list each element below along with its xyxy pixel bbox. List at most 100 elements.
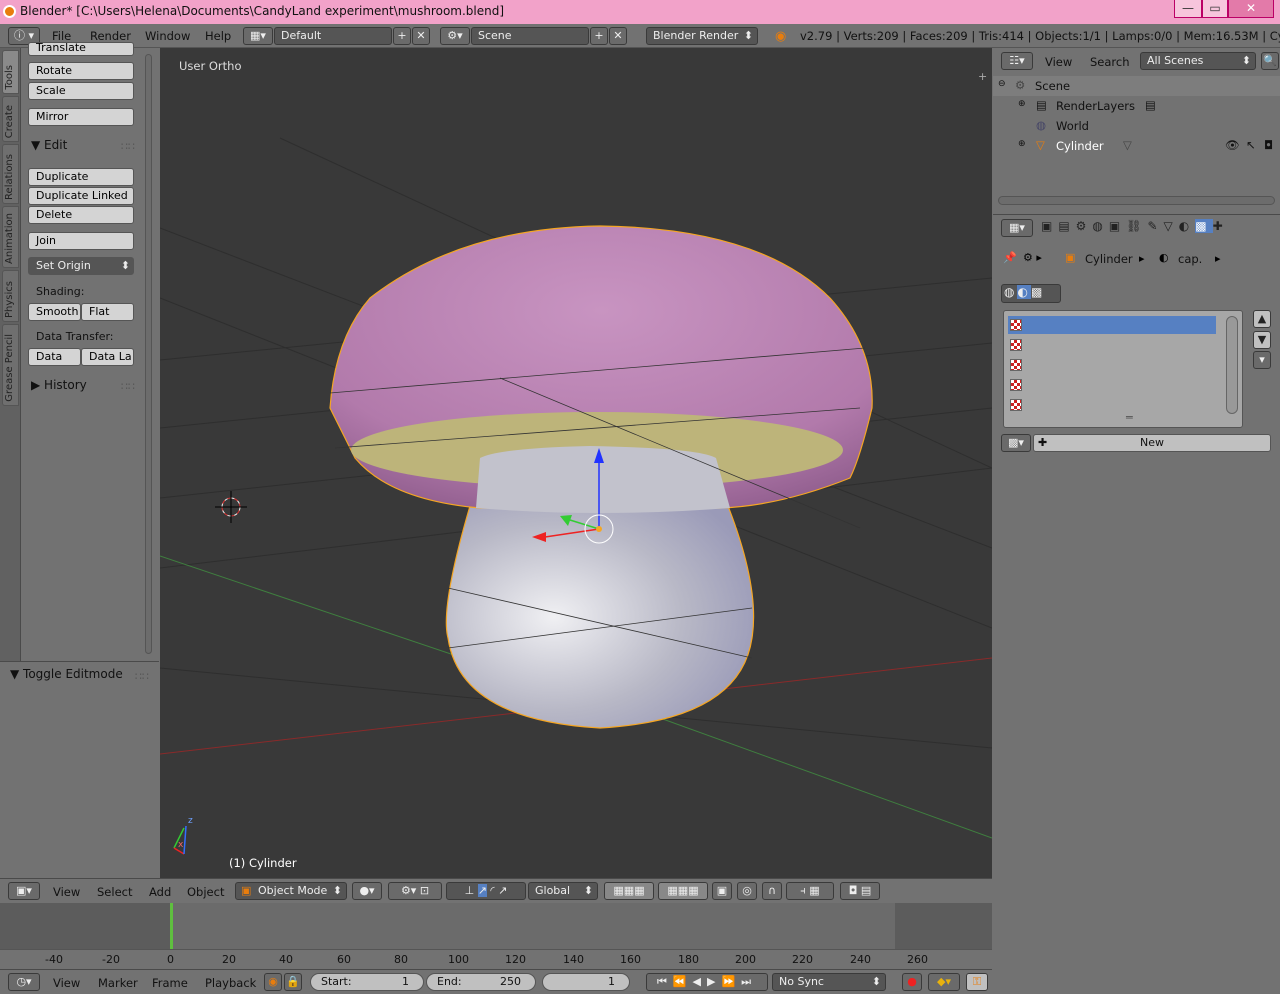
remove-scene-icon[interactable]: ✕: [609, 27, 627, 45]
add-layout-icon[interactable]: +: [393, 27, 411, 45]
snap-magnet-icon[interactable]: ∩: [762, 882, 782, 900]
insert-keyframe-icon[interactable]: ⚿: [966, 973, 988, 991]
visibility-eye-icon[interactable]: 👁: [1225, 138, 1240, 152]
snap-element-icon[interactable]: ⫞ ▦: [786, 882, 834, 900]
operator-panel-header[interactable]: ▼ Toggle Editmode: [10, 667, 123, 681]
flat-shading-button[interactable]: Flat: [81, 303, 134, 321]
tab-grease-pencil[interactable]: Grease Pencil: [2, 324, 19, 406]
scene-icon[interactable]: ⚙▾: [440, 27, 470, 45]
viewport-shading-icon[interactable]: ●▾: [352, 882, 382, 900]
tab-tools[interactable]: Tools: [2, 50, 19, 94]
menu-add[interactable]: Add: [149, 885, 171, 899]
rotate-button[interactable]: Rotate: [28, 62, 134, 80]
delete-button[interactable]: Delete: [28, 206, 134, 224]
scene-layers-grid-b[interactable]: ▦▦▦: [658, 882, 708, 900]
tab-relations[interactable]: Relations: [2, 144, 19, 204]
menu-playback[interactable]: Playback: [205, 976, 256, 990]
edit-panel-header[interactable]: ▼ Edit: [31, 138, 67, 152]
remove-layout-icon[interactable]: ✕: [412, 27, 430, 45]
timeline[interactable]: -40 -20 0 20 40 60 80 100 120 140 160 18…: [0, 903, 992, 969]
screen-layout-field[interactable]: Default: [274, 27, 392, 45]
preview-range-lock-icon[interactable]: 🔒: [284, 973, 302, 991]
menu-render[interactable]: Render: [90, 29, 131, 43]
mirror-button[interactable]: Mirror: [28, 108, 134, 126]
playback-controls[interactable]: ⏮⏪◀▶⏩⏭: [646, 973, 768, 991]
tool-shelf-scrollbar[interactable]: [145, 54, 152, 654]
keyframe-type-icon[interactable]: ◆▾: [928, 973, 960, 991]
render-engine-select[interactable]: Blender Render ⬍: [646, 27, 758, 45]
menu-view[interactable]: View: [53, 885, 80, 899]
menu-object[interactable]: Object: [187, 885, 224, 899]
slot-specials-icon[interactable]: ▾: [1253, 351, 1271, 369]
pivot-point-icon[interactable]: ⚙▾ ⊡: [388, 882, 442, 900]
interaction-mode-select[interactable]: ▣ Object Mode ⬍: [235, 882, 347, 900]
join-button[interactable]: Join: [28, 232, 134, 250]
screen-layout-icon[interactable]: ▦▾: [243, 27, 273, 45]
close-button[interactable]: ✕: [1228, 0, 1274, 18]
grip-icon[interactable]: ∷∷: [121, 380, 135, 393]
minimize-button[interactable]: —: [1174, 0, 1202, 18]
menu-marker[interactable]: Marker: [98, 976, 138, 990]
tab-physics[interactable]: Physics: [2, 270, 19, 322]
end-frame-field[interactable]: End: 250: [426, 973, 536, 991]
material-slot[interactable]: [1008, 396, 1216, 414]
menu-help[interactable]: Help: [205, 29, 231, 43]
material-tab-icon[interactable]: ▩: [1195, 219, 1213, 233]
outliner-menu-search[interactable]: Search: [1090, 55, 1130, 69]
duplicate-linked-button[interactable]: Duplicate Linked: [28, 187, 134, 205]
smooth-shading-button[interactable]: Smooth: [28, 303, 81, 321]
expand-icon[interactable]: ⊕: [1018, 139, 1026, 149]
data-layouts-button[interactable]: Data La: [81, 348, 134, 366]
pin-icon[interactable]: 📌: [1003, 251, 1017, 264]
outliner-scrollbar[interactable]: [998, 196, 1275, 205]
material-slot-list[interactable]: ═: [1003, 310, 1243, 428]
viewport-scene[interactable]: [160, 48, 992, 878]
menu-view[interactable]: View: [53, 976, 80, 990]
material-slot[interactable]: [1008, 316, 1216, 334]
3d-view-editor-type-icon[interactable]: ▣▾: [8, 882, 40, 900]
maximize-button[interactable]: ▭: [1202, 0, 1228, 18]
search-icon[interactable]: 🔍: [1261, 52, 1279, 70]
outliner-item-renderlayers[interactable]: ⊕ ▤ RenderLayers ▤: [993, 96, 1280, 116]
start-frame-field[interactable]: Start: 1: [310, 973, 424, 991]
toolshelf-expand-icon[interactable]: +: [978, 70, 987, 83]
renderable-camera-icon[interactable]: ◘: [1264, 138, 1273, 152]
layers-lock-icon[interactable]: ▣: [712, 882, 732, 900]
data-transfer-button[interactable]: Data: [28, 348, 81, 366]
grip-icon[interactable]: ∷∷: [121, 140, 135, 153]
properties-context-tabs[interactable]: ▣▤⚙◍▣⛓✎▽◐▩✚: [1041, 219, 1277, 237]
menu-file[interactable]: File: [52, 29, 71, 43]
new-material-button[interactable]: ✚ New: [1033, 434, 1271, 452]
tab-animation[interactable]: Animation: [2, 206, 19, 268]
expand-icon[interactable]: ⊕: [1018, 99, 1026, 109]
tab-create[interactable]: Create: [2, 96, 19, 142]
set-origin-dropdown[interactable]: Set Origin ⬍: [28, 257, 134, 275]
outliner-display-mode-select[interactable]: All Scenes ⬍: [1140, 52, 1256, 70]
duplicate-button[interactable]: Duplicate: [28, 168, 134, 186]
menu-select[interactable]: Select: [97, 885, 132, 899]
material-slot[interactable]: [1008, 356, 1216, 374]
properties-editor-type-icon[interactable]: ▦▾: [1001, 219, 1033, 237]
3d-viewport[interactable]: User Ortho (1) Cylinder z x +: [160, 48, 992, 878]
current-frame-field[interactable]: 1: [542, 973, 630, 991]
outliner-menu-view[interactable]: View: [1045, 55, 1072, 69]
transform-orientation-select[interactable]: Global ⬍: [528, 882, 598, 900]
scale-button[interactable]: Scale: [28, 82, 134, 100]
mushroom-stem[interactable]: [445, 505, 755, 729]
outliner-item-scene[interactable]: ⊖ ⚙ Scene: [993, 76, 1280, 96]
browse-material-icon[interactable]: ▩▾: [1001, 434, 1031, 452]
outliner-item-cylinder[interactable]: ⊕ ▽ Cylinder ▽ 👁 ↖ ◘: [993, 136, 1280, 156]
grip-icon[interactable]: ∷∷: [135, 670, 149, 683]
proportional-edit-icon[interactable]: ◎: [737, 882, 757, 900]
manipulator-toggles[interactable]: ⊥ ↗ ◜ ↗: [446, 882, 526, 900]
auto-keying-record-icon[interactable]: ●: [902, 973, 922, 991]
slot-list-scrollbar[interactable]: [1226, 316, 1238, 414]
timeline-current-frame-marker[interactable]: [170, 903, 173, 949]
preview-type-toggle[interactable]: ◍◐▩: [1001, 284, 1061, 303]
collapse-icon[interactable]: ⊖: [998, 79, 1006, 89]
scene-field[interactable]: Scene: [471, 27, 589, 45]
list-resize-grip-icon[interactable]: ═: [1126, 411, 1133, 424]
render-camera-icons[interactable]: ◘ ▤: [840, 882, 880, 900]
outliner-editor-type-icon[interactable]: ☷▾: [1001, 52, 1033, 70]
keying-set-icon[interactable]: ◉: [264, 973, 282, 991]
